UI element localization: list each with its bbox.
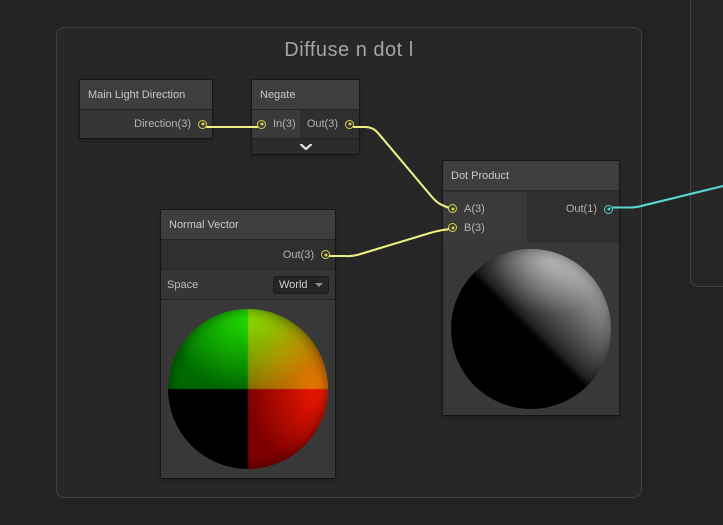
output-label: Out(3): [306, 118, 338, 130]
chevron-down-icon: [299, 143, 312, 150]
output-slot-out: Out(3): [300, 110, 359, 138]
space-dropdown-value: World: [279, 278, 308, 291]
normal-vector-preview-sphere: [168, 309, 328, 469]
output-row-direction: Direction(3): [80, 110, 212, 138]
node-title: Main Light Direction: [80, 80, 212, 110]
node-title: Normal Vector: [161, 210, 335, 240]
shader-graph-canvas[interactable]: { "group": { "title": "Diffuse n dot l" …: [0, 0, 723, 525]
node-title: Dot Product: [443, 161, 619, 191]
group-frame-secondary[interactable]: [690, 0, 723, 287]
port-out-icon[interactable]: [321, 250, 330, 259]
group-title[interactable]: Diffuse n dot l: [57, 28, 641, 62]
ports-row: In(3) Out(3): [252, 110, 359, 138]
output-row-out: Out(1): [439, 192, 619, 226]
space-dropdown[interactable]: World: [273, 275, 329, 294]
input-slot-in: In(3): [252, 110, 300, 138]
dropdown-arrow-icon: [315, 282, 323, 287]
ports-section: A(3) B(3) Out(1): [443, 191, 619, 242]
dot-product-preview: [443, 242, 619, 415]
input-label: In(3): [273, 118, 296, 130]
node-main-light-direction[interactable]: Main Light Direction Direction(3): [80, 80, 212, 138]
preview-expand-button[interactable]: [252, 138, 359, 154]
space-label: Space: [167, 278, 199, 291]
port-direction-out-icon[interactable]: [198, 119, 207, 129]
output-label: Direction(3): [134, 118, 191, 130]
normal-vector-preview: [161, 300, 335, 478]
node-dot-product[interactable]: Dot Product A(3) B(3) Out(1): [443, 161, 619, 415]
port-in-icon[interactable]: [257, 119, 266, 129]
space-property-row: Space World: [161, 270, 335, 300]
output-label: Out(1): [565, 203, 597, 215]
port-out-icon[interactable]: [604, 204, 613, 214]
node-normal-vector[interactable]: Normal Vector Out(3) Space World: [161, 210, 335, 478]
node-title: Negate: [252, 80, 359, 110]
output-row-out: Out(3): [161, 240, 335, 270]
dot-product-preview-sphere: [451, 248, 611, 409]
node-negate[interactable]: Negate In(3) Out(3): [252, 80, 359, 154]
output-label: Out(3): [282, 248, 314, 261]
port-out-icon[interactable]: [345, 119, 354, 129]
